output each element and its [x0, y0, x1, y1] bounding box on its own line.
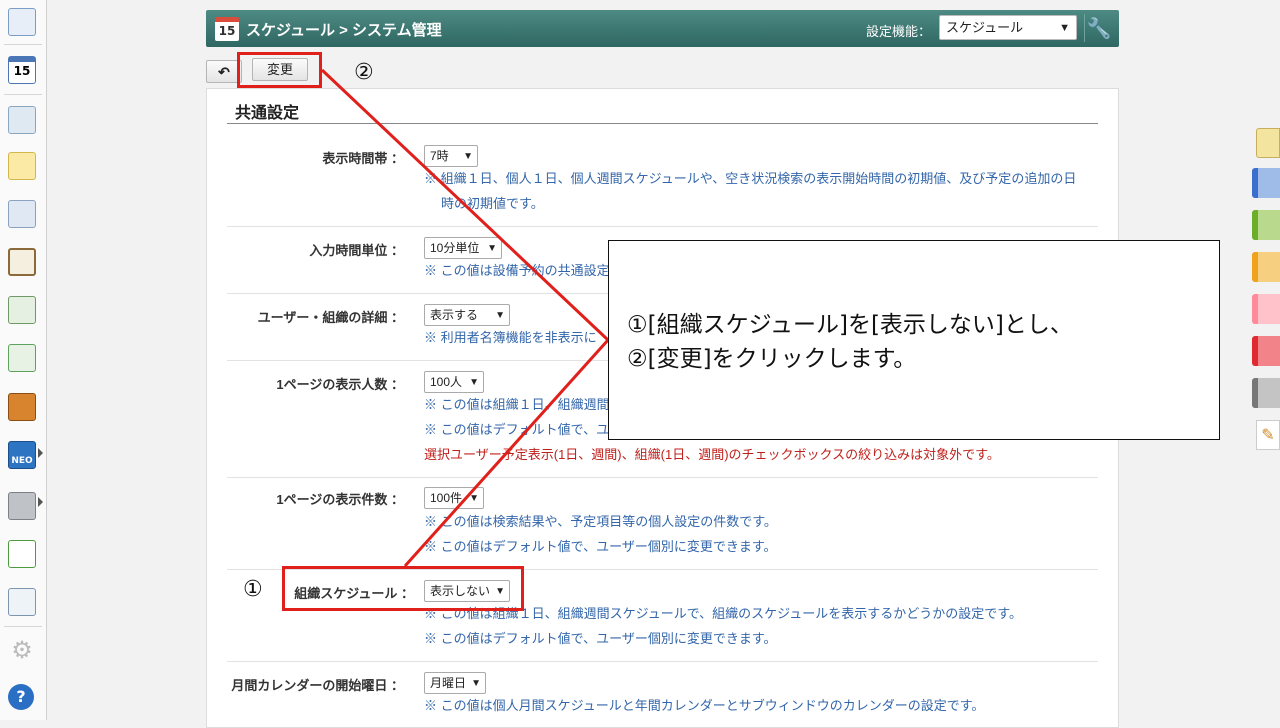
marker-2: ② [354, 60, 374, 85]
note-text: ※ この値はデフォルト値で、ユ [424, 422, 610, 437]
calendar-start-day-select[interactable]: 月曜日 ▼ [424, 672, 486, 694]
expand-arrow-icon[interactable] [38, 448, 43, 458]
color-tab-red[interactable] [1252, 336, 1280, 366]
note-text: ※ この値は設備予約の共通設定 [424, 263, 610, 278]
note-text: ※ この値はデフォルト値で、ユーザー個別に変更できます。 [424, 631, 777, 646]
color-tab-pink[interactable] [1252, 294, 1280, 324]
chevron-down-icon: ▼ [495, 310, 505, 321]
chevron-down-icon: ▼ [487, 243, 497, 254]
display-time-label: 表示時間帯 ： [322, 151, 404, 166]
items-per-page-select[interactable]: 100件 ▼ [424, 487, 484, 509]
settings-select-value: スケジュール [946, 20, 1024, 35]
section-title: 共通設定 [235, 105, 300, 122]
page-title: スケジュール > システム管理 [246, 22, 442, 39]
chevron-down-icon: ▼ [463, 151, 473, 162]
app-sidebar: 15 NEO ⚙ ? [0, 0, 47, 720]
highlight-change-button [237, 52, 322, 88]
input-time-unit-label: 入力時間単位 ： [309, 243, 404, 258]
chevron-down-icon: ▼ [469, 493, 479, 504]
callout-line-1: ①[組織スケジュール]を[表示しない]とし、 [627, 312, 1073, 338]
refresh-doc-icon[interactable] [8, 344, 36, 372]
sidebar-divider [4, 44, 42, 45]
binder-icon[interactable] [8, 393, 36, 421]
facility-icon[interactable] [8, 106, 36, 134]
bulletin-icon[interactable] [8, 200, 36, 228]
pencil-icon[interactable]: ✎ [1256, 420, 1280, 450]
back-arrow-icon: ↶ [218, 64, 230, 80]
schedule-icon[interactable]: 15 [8, 56, 36, 84]
select-value: 10分単位 [430, 241, 480, 255]
section-divider [227, 123, 1098, 124]
help-icon[interactable]: ? [8, 684, 34, 710]
note-text: ※ この値は検索結果や、予定項目等の個人設定の件数です。 [424, 514, 777, 529]
people-per-page-label: 1ページの表示人数 ： [276, 377, 404, 392]
input-time-unit-select[interactable]: 10分単位 ▼ [424, 237, 502, 259]
marker-1: ① [243, 577, 263, 602]
folder-icon[interactable] [8, 492, 36, 520]
note-text: ※ この値はデフォルト値で、ユーザー個別に変更できます。 [424, 539, 777, 554]
note-text: ※ この値は個人月間スケジュールと年間カレンダーとサブウィンドウのカレンダーの設… [424, 698, 985, 713]
items-per-page-label: 1ページの表示件数 ： [276, 492, 404, 507]
select-value: 月曜日 [430, 676, 467, 690]
link-banner-icon[interactable] [8, 588, 36, 616]
wrench-icon[interactable]: 🔧 [1084, 14, 1113, 42]
note-text: ※ 利用者名簿機能を非表示に [424, 330, 597, 345]
user-org-detail-label: ユーザー・組織の詳細 ： [257, 310, 404, 325]
color-tab-green[interactable] [1252, 210, 1280, 240]
note-text: ※ 組織１日、個人１日、個人週間スケジュールや、空き状況検索の表示開始時間の初期… [424, 171, 1077, 186]
color-tab-orange[interactable] [1252, 252, 1280, 282]
select-value: 表示する [430, 308, 479, 322]
row-divider [227, 226, 1098, 227]
row-divider [227, 661, 1098, 662]
select-value: 100件 [430, 491, 463, 505]
expand-arrow-icon[interactable] [38, 497, 43, 507]
search-doc-icon[interactable] [8, 296, 36, 324]
row-divider [227, 477, 1098, 478]
portal-icon[interactable] [8, 8, 36, 36]
user-org-detail-select[interactable]: 表示する ▼ [424, 304, 510, 326]
display-time-select[interactable]: 7時 ▼ [424, 145, 478, 167]
clipboard-icon[interactable] [8, 248, 36, 276]
chevron-down-icon: ▼ [469, 377, 479, 388]
settings-label: 設定機能： [866, 24, 932, 39]
callout-line-2: ②[変更]をクリックします。 [627, 346, 917, 372]
people-per-page-select[interactable]: 100人 ▼ [424, 371, 484, 393]
settings-function-select[interactable]: スケジュール ▼ [939, 15, 1077, 40]
select-value: 7時 [430, 149, 449, 163]
sidebar-divider [4, 94, 42, 95]
memo-icon[interactable] [8, 152, 36, 180]
chevron-down-icon: ▼ [1059, 22, 1070, 34]
neo-icon[interactable]: NEO [8, 441, 36, 469]
color-tab-blue[interactable] [1252, 168, 1280, 198]
note-text: 時の初期値です。 [441, 196, 544, 211]
instruction-callout: ①[組織スケジュール]を[表示しない]とし、 ②[変更]をクリックします。 [608, 240, 1220, 440]
calendar-start-day-label: 月間カレンダーの開始曜日 ： [231, 678, 404, 693]
app-launcher-icon[interactable] [8, 540, 36, 568]
note-text-warning: 選択ユーザー予定表示(1日、週間)、組織(1日、週間)のチェックボックスの絞り込… [424, 447, 1000, 462]
note-text: ※ この値は組織１日、組織週間 [424, 397, 610, 412]
right-tool-icon[interactable] [1256, 128, 1280, 158]
color-tab-gray[interactable] [1252, 378, 1280, 408]
sidebar-divider [4, 626, 42, 627]
title-bar: 15 スケジュール > システム管理 設定機能： スケジュール ▼ 🔧 [206, 10, 1119, 47]
calendar-icon: 15 [215, 17, 239, 41]
highlight-org-schedule-row [282, 566, 524, 611]
select-value: 100人 [430, 375, 463, 389]
chevron-down-icon: ▼ [471, 678, 481, 689]
gear-icon[interactable]: ⚙ [8, 636, 36, 664]
